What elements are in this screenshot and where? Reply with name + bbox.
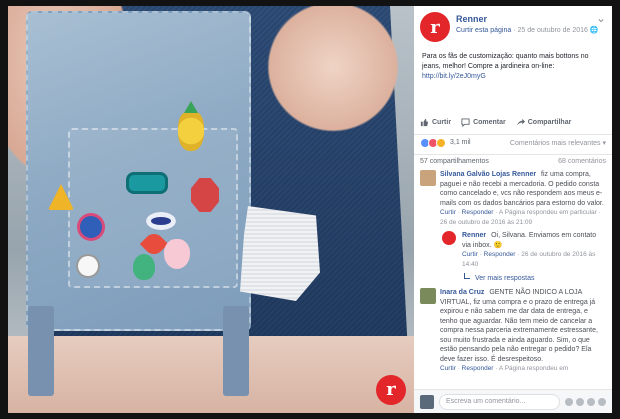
post-date[interactable]: 25 de outubro de 2016 bbox=[518, 27, 588, 34]
reactions-summary[interactable]: 3,1 mil Comentários mais relevantes ▾ bbox=[414, 134, 612, 150]
gif-icon[interactable] bbox=[587, 397, 595, 406]
page-avatar[interactable]: r bbox=[420, 12, 450, 42]
post-link[interactable]: http://bit.ly/2eJ0myG bbox=[422, 73, 486, 80]
comment-button[interactable]: Comentar bbox=[461, 117, 506, 127]
page-name[interactable]: Renner bbox=[456, 14, 487, 24]
comment-footer: Curtir · Responder · A Página respondeu … bbox=[440, 365, 569, 372]
commenter-avatar[interactable] bbox=[420, 288, 436, 304]
replier-name[interactable]: Renner bbox=[462, 232, 486, 239]
comment-sort-dropdown[interactable]: Comentários mais relevantes ▾ bbox=[510, 139, 606, 147]
commenter-name[interactable]: Inara da Cruz bbox=[440, 289, 484, 296]
share-count[interactable]: 57 compartilhamentos bbox=[420, 158, 489, 165]
emoji-icon[interactable] bbox=[565, 397, 573, 406]
options-chevron-icon[interactable]: ⌄ bbox=[596, 12, 606, 24]
page-reply-avatar[interactable] bbox=[442, 231, 456, 245]
tag-pin-icon bbox=[78, 256, 98, 276]
view-more-label: Ver mais respostas bbox=[474, 275, 535, 282]
reply-footer: Curtir · Responder · 26 de outubro de 20… bbox=[462, 251, 596, 268]
sunglasses-pin-icon bbox=[126, 172, 168, 194]
page-replied-note: A Página respondeu em bbox=[498, 365, 569, 372]
vibes-pin-icon bbox=[164, 239, 190, 269]
page-replied-note: A Página respondeu em particular bbox=[498, 209, 597, 216]
share-button[interactable]: Compartilhar bbox=[516, 118, 572, 127]
hand bbox=[258, 6, 408, 141]
photo-viewer: r r Renner Curtir esta página · 25 de ou… bbox=[8, 6, 612, 413]
legs bbox=[8, 336, 414, 413]
share-comment-counts: 57 compartilhamentos 68 comentários bbox=[414, 154, 612, 168]
ripped-denim bbox=[240, 206, 320, 301]
alien-pin-icon bbox=[133, 254, 155, 280]
comment-text: GENTE NÃO INDICO A LOJA VIRTUAL, fiz uma… bbox=[440, 289, 598, 363]
globe-icon: 🌐 bbox=[589, 27, 599, 34]
comment-item: Silvana Galvão Lojas Renner fiz uma comp… bbox=[414, 170, 612, 227]
comment-reply-item: Renner Oi, Silvana. Enviamos em contato … bbox=[414, 231, 612, 269]
thumbs-up-icon bbox=[420, 118, 429, 126]
comment-item: Inara da Cruz GENTE NÃO INDICO A LOJA VI… bbox=[414, 288, 612, 374]
comment-count[interactable]: 68 comentários bbox=[558, 158, 606, 165]
like-label: Curtir bbox=[432, 118, 452, 126]
reply-like-link[interactable]: Curtir bbox=[462, 251, 478, 258]
comment-icon bbox=[461, 117, 470, 127]
comment-reply-link[interactable]: Responder bbox=[462, 365, 494, 372]
wow-reaction-icon bbox=[436, 137, 446, 148]
post-header: r Renner Curtir esta página · 25 de outu… bbox=[414, 6, 612, 80]
composer-icons bbox=[565, 397, 606, 406]
strap-left bbox=[28, 306, 54, 396]
reaction-count[interactable]: 3,1 mil bbox=[450, 139, 471, 146]
stop-sign-pin-icon bbox=[191, 178, 219, 212]
comment-like-link[interactable]: Curtir bbox=[440, 365, 456, 372]
commenter-avatar[interactable] bbox=[420, 170, 436, 186]
sticker-icon[interactable] bbox=[598, 397, 606, 406]
comment-list: Silvana Galvão Lojas Renner fiz uma comp… bbox=[414, 170, 612, 378]
reply-reply-link[interactable]: Responder bbox=[484, 251, 516, 258]
view-more-replies[interactable]: Ver mais respostas bbox=[414, 273, 612, 282]
comment-composer: Escreva um comentário... bbox=[414, 389, 612, 413]
comment-input[interactable]: Escreva um comentário... bbox=[439, 393, 560, 410]
like-button[interactable]: Curtir bbox=[420, 118, 451, 127]
action-bar: Curtir Comentar Compartilhar bbox=[414, 112, 612, 132]
post-body: Para os fãs de customização: quanto mais… bbox=[422, 53, 589, 70]
comment-reply-link[interactable]: Responder bbox=[462, 209, 494, 216]
eye-pin-icon bbox=[146, 212, 176, 230]
denim-bib bbox=[26, 11, 251, 331]
strap-right bbox=[223, 306, 249, 396]
comment-time[interactable]: 26 de outubro de 2016 às 21:09 bbox=[440, 219, 532, 226]
share-label: Compartilhar bbox=[527, 118, 572, 126]
comment-footer: Curtir · Responder · A Página respondeu … bbox=[440, 209, 601, 226]
post-photo[interactable]: r bbox=[8, 6, 414, 413]
user-avatar bbox=[420, 394, 434, 409]
post-text: Para os fãs de customização: quanto mais… bbox=[422, 52, 604, 82]
avatar-letter: r bbox=[430, 16, 440, 38]
follow-page-link[interactable]: Curtir esta página bbox=[456, 27, 511, 34]
comment-like-link[interactable]: Curtir bbox=[440, 209, 456, 216]
pineapple-pin-icon bbox=[178, 111, 204, 151]
planet-pin-icon bbox=[80, 216, 102, 238]
post-meta: Curtir esta página · 25 de outubro de 20… bbox=[456, 27, 599, 34]
logo-letter: r bbox=[386, 379, 396, 400]
camera-icon[interactable] bbox=[576, 397, 584, 406]
commenter-name[interactable]: Silvana Galvão Lojas Renner bbox=[440, 171, 536, 178]
renner-logo-watermark: r bbox=[376, 375, 406, 405]
comment-label: Comentar bbox=[473, 118, 506, 126]
post-side-panel: r Renner Curtir esta página · 25 de outu… bbox=[414, 6, 612, 413]
share-icon bbox=[516, 118, 525, 125]
reply-time[interactable]: 26 de outubro de 2016 às 14:40 bbox=[462, 251, 595, 268]
reply-arrow-icon bbox=[464, 273, 470, 279]
